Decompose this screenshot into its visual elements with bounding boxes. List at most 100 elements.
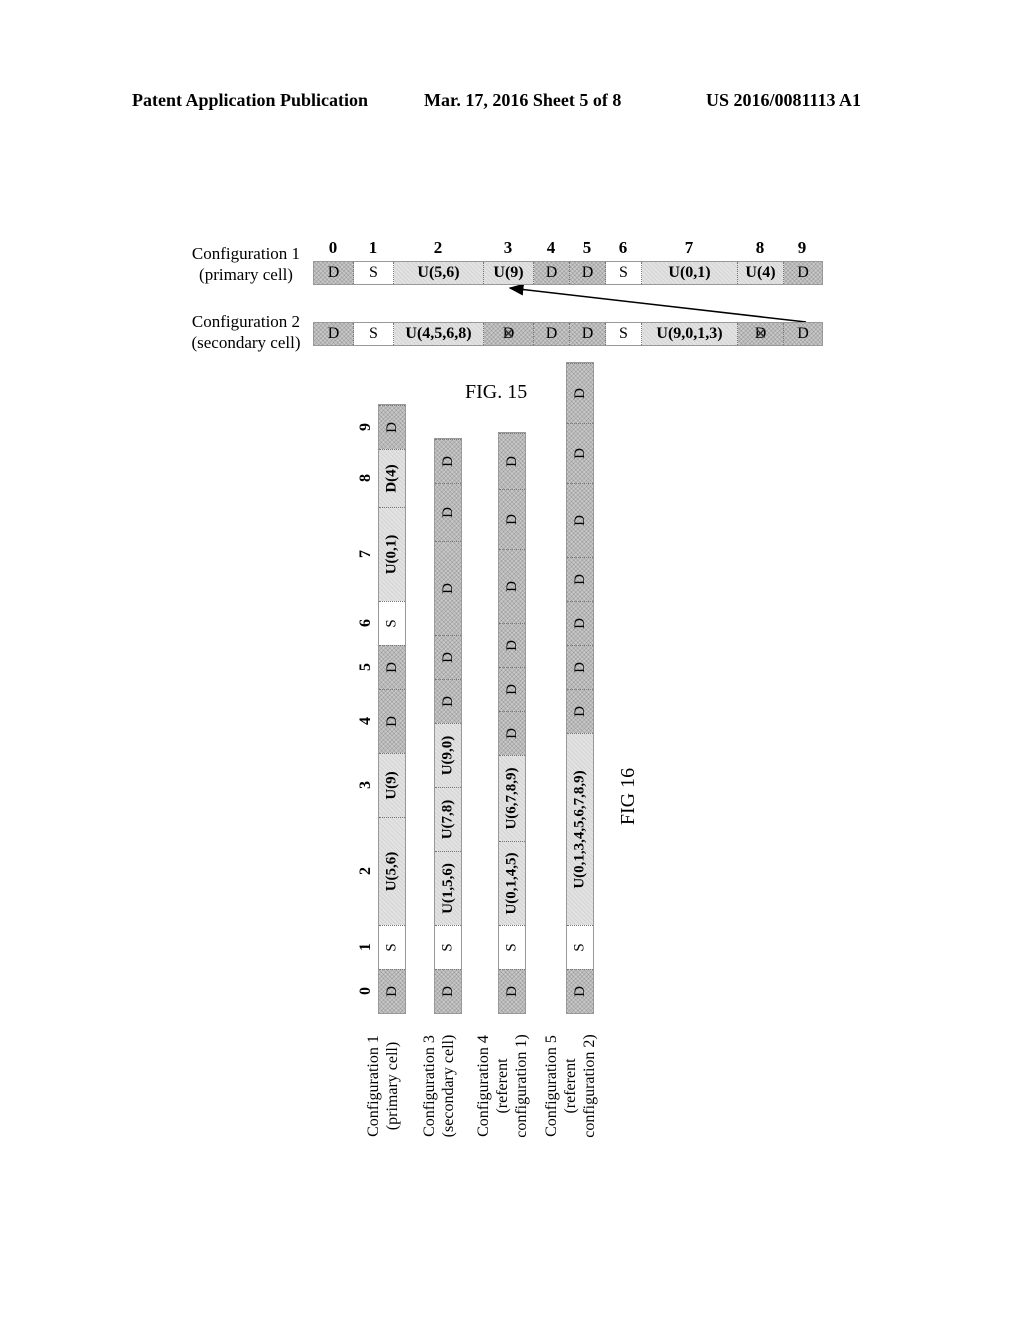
subframe-text: D xyxy=(571,515,588,526)
subframe-cell: U(5,6) xyxy=(379,817,405,925)
subframe-cell: D xyxy=(567,483,593,557)
label-line: Configuration 5 xyxy=(543,1035,560,1137)
subframe-cell: U(4) xyxy=(738,262,784,284)
subframe-cell: D(4) xyxy=(379,449,405,507)
subframe-text: S xyxy=(369,325,378,342)
subframe-cell: U(9,0,1,3) xyxy=(642,323,738,345)
config-row: D S U(5,6) U(9) D D S U(0,1) U(4) D xyxy=(313,261,823,285)
subframe-index: 5 xyxy=(357,663,374,671)
subframe-cell: D xyxy=(534,323,570,345)
subframe-index: 3 xyxy=(503,238,513,257)
subframe-index: 3 xyxy=(357,781,374,789)
subframe-cell: D xyxy=(499,969,525,1013)
subframe-index: 7 xyxy=(684,238,694,257)
subframe-text: D xyxy=(571,574,588,585)
subframe-cell: D xyxy=(379,405,405,449)
subframe-text: U(5,6) xyxy=(383,851,400,892)
subframe-cell: D xyxy=(435,483,461,541)
subframe-index: 2 xyxy=(357,867,374,875)
subframe-text: S xyxy=(383,619,400,628)
row-label: Configuration 1 (primary cell) xyxy=(364,1016,402,1156)
subframe-cell: D ✕ xyxy=(738,323,784,345)
subframe-text: U(9,0,1,3) xyxy=(656,325,723,342)
subframe-cell: D xyxy=(435,679,461,723)
subframe-cell: D xyxy=(499,549,525,623)
subframe-index: 4 xyxy=(357,717,374,725)
subframe-index: 6 xyxy=(357,619,374,627)
subframe-index: 1 xyxy=(357,943,374,951)
subframe-text: D xyxy=(439,696,456,707)
subframe-text: U(0,1) xyxy=(668,264,711,281)
subframe-text: D xyxy=(571,618,588,629)
subframe-text: D xyxy=(571,986,588,997)
label-line: Configuration 4 xyxy=(475,1035,492,1137)
subframe-index: 8 xyxy=(357,474,374,482)
subframe-cell: D xyxy=(435,541,461,635)
subframe-cell: S xyxy=(379,601,405,645)
subframe-cell: S xyxy=(354,323,394,345)
subframe-cell: D ✕ xyxy=(484,323,534,345)
label-line: (primary cell) xyxy=(384,1041,401,1131)
subframe-text: D xyxy=(439,986,456,997)
subframe-text: D xyxy=(545,325,558,342)
subframe-text: U(0,1,3,4,5,6,7,8,9) xyxy=(571,770,588,889)
row-label: Configuration 3 (secondary cell) xyxy=(420,1016,458,1156)
subframe-index: 9 xyxy=(357,423,374,431)
subframe-text: D xyxy=(383,716,400,727)
subframe-text: D(4) xyxy=(383,464,400,493)
subframe-text: D xyxy=(439,456,456,467)
subframe-text: U(4) xyxy=(745,264,776,281)
subframe-text: S xyxy=(503,943,520,952)
subframe-cell: D xyxy=(314,262,354,284)
label-line: (secondary cell) xyxy=(440,1034,457,1138)
label-line: (referent xyxy=(494,1058,511,1114)
subframe-cell: D xyxy=(567,969,593,1013)
fig15-arrow xyxy=(508,283,807,323)
subframe-cell: U(0,1,4,5) xyxy=(499,841,525,925)
subframe-cell: U(1,5,6) xyxy=(435,851,461,925)
subframe-text: D xyxy=(571,662,588,673)
subframe-cell: D xyxy=(784,323,822,345)
label-line: (primary cell) xyxy=(199,265,293,284)
subframe-cell: D xyxy=(435,635,461,679)
subframe-text: U(0,1,4,5) xyxy=(503,852,520,915)
fig15-caption: FIG. 15 xyxy=(465,381,528,403)
subframe-text: D xyxy=(503,986,520,997)
label-line: configuration 1) xyxy=(513,1034,530,1138)
subframe-cell: D xyxy=(567,689,593,733)
subframe-text: D xyxy=(327,264,340,281)
subframe-text: D xyxy=(383,986,400,997)
subframe-text: U(4,5,6,8) xyxy=(405,325,472,342)
subframe-cell: S xyxy=(499,925,525,969)
subframe-text: D xyxy=(581,264,594,281)
subframe-cell: D xyxy=(784,262,822,284)
subframe-index: 2 xyxy=(433,238,443,257)
subframe-index: 9 xyxy=(797,238,807,257)
cross-mark: ✕ xyxy=(753,326,768,343)
subframe-cell: D xyxy=(567,645,593,689)
subframe-cell: S xyxy=(354,262,394,284)
subframe-cell: U(9) xyxy=(379,753,405,817)
label-line: (referent xyxy=(562,1058,579,1114)
label-line: Configuration 1 xyxy=(191,244,301,263)
subframe-text: D xyxy=(571,706,588,717)
subframe-cell: D xyxy=(379,645,405,689)
subframe-text: D xyxy=(327,325,340,342)
subframe-cell: S xyxy=(379,925,405,969)
row-label: Configuration 4 (referent configuration 1) xyxy=(474,1016,531,1156)
subframe-cell: U(0,1,3,4,5,6,7,8,9) xyxy=(567,733,593,925)
subframe-index: 1 xyxy=(368,238,378,257)
subframe-text: D xyxy=(383,662,400,673)
subframe-text: S xyxy=(439,943,456,952)
label-line: (secondary cell) xyxy=(191,333,301,352)
subframe-text: D xyxy=(503,456,520,467)
subframe-text: S xyxy=(619,264,628,281)
subframe-cell: U(4,5,6,8) xyxy=(394,323,484,345)
subframe-cell: D xyxy=(379,689,405,753)
subframe-text: D xyxy=(383,422,400,433)
subframe-text: U(9) xyxy=(493,264,524,281)
row-label: Configuration 5 (referent configuration 2) xyxy=(542,1016,599,1156)
config-column: D S U(5,6) U(9) D D S U(0,1) D(4) D xyxy=(378,404,406,1014)
subframe-cell: D xyxy=(534,262,570,284)
subframe-text: D xyxy=(503,581,520,592)
